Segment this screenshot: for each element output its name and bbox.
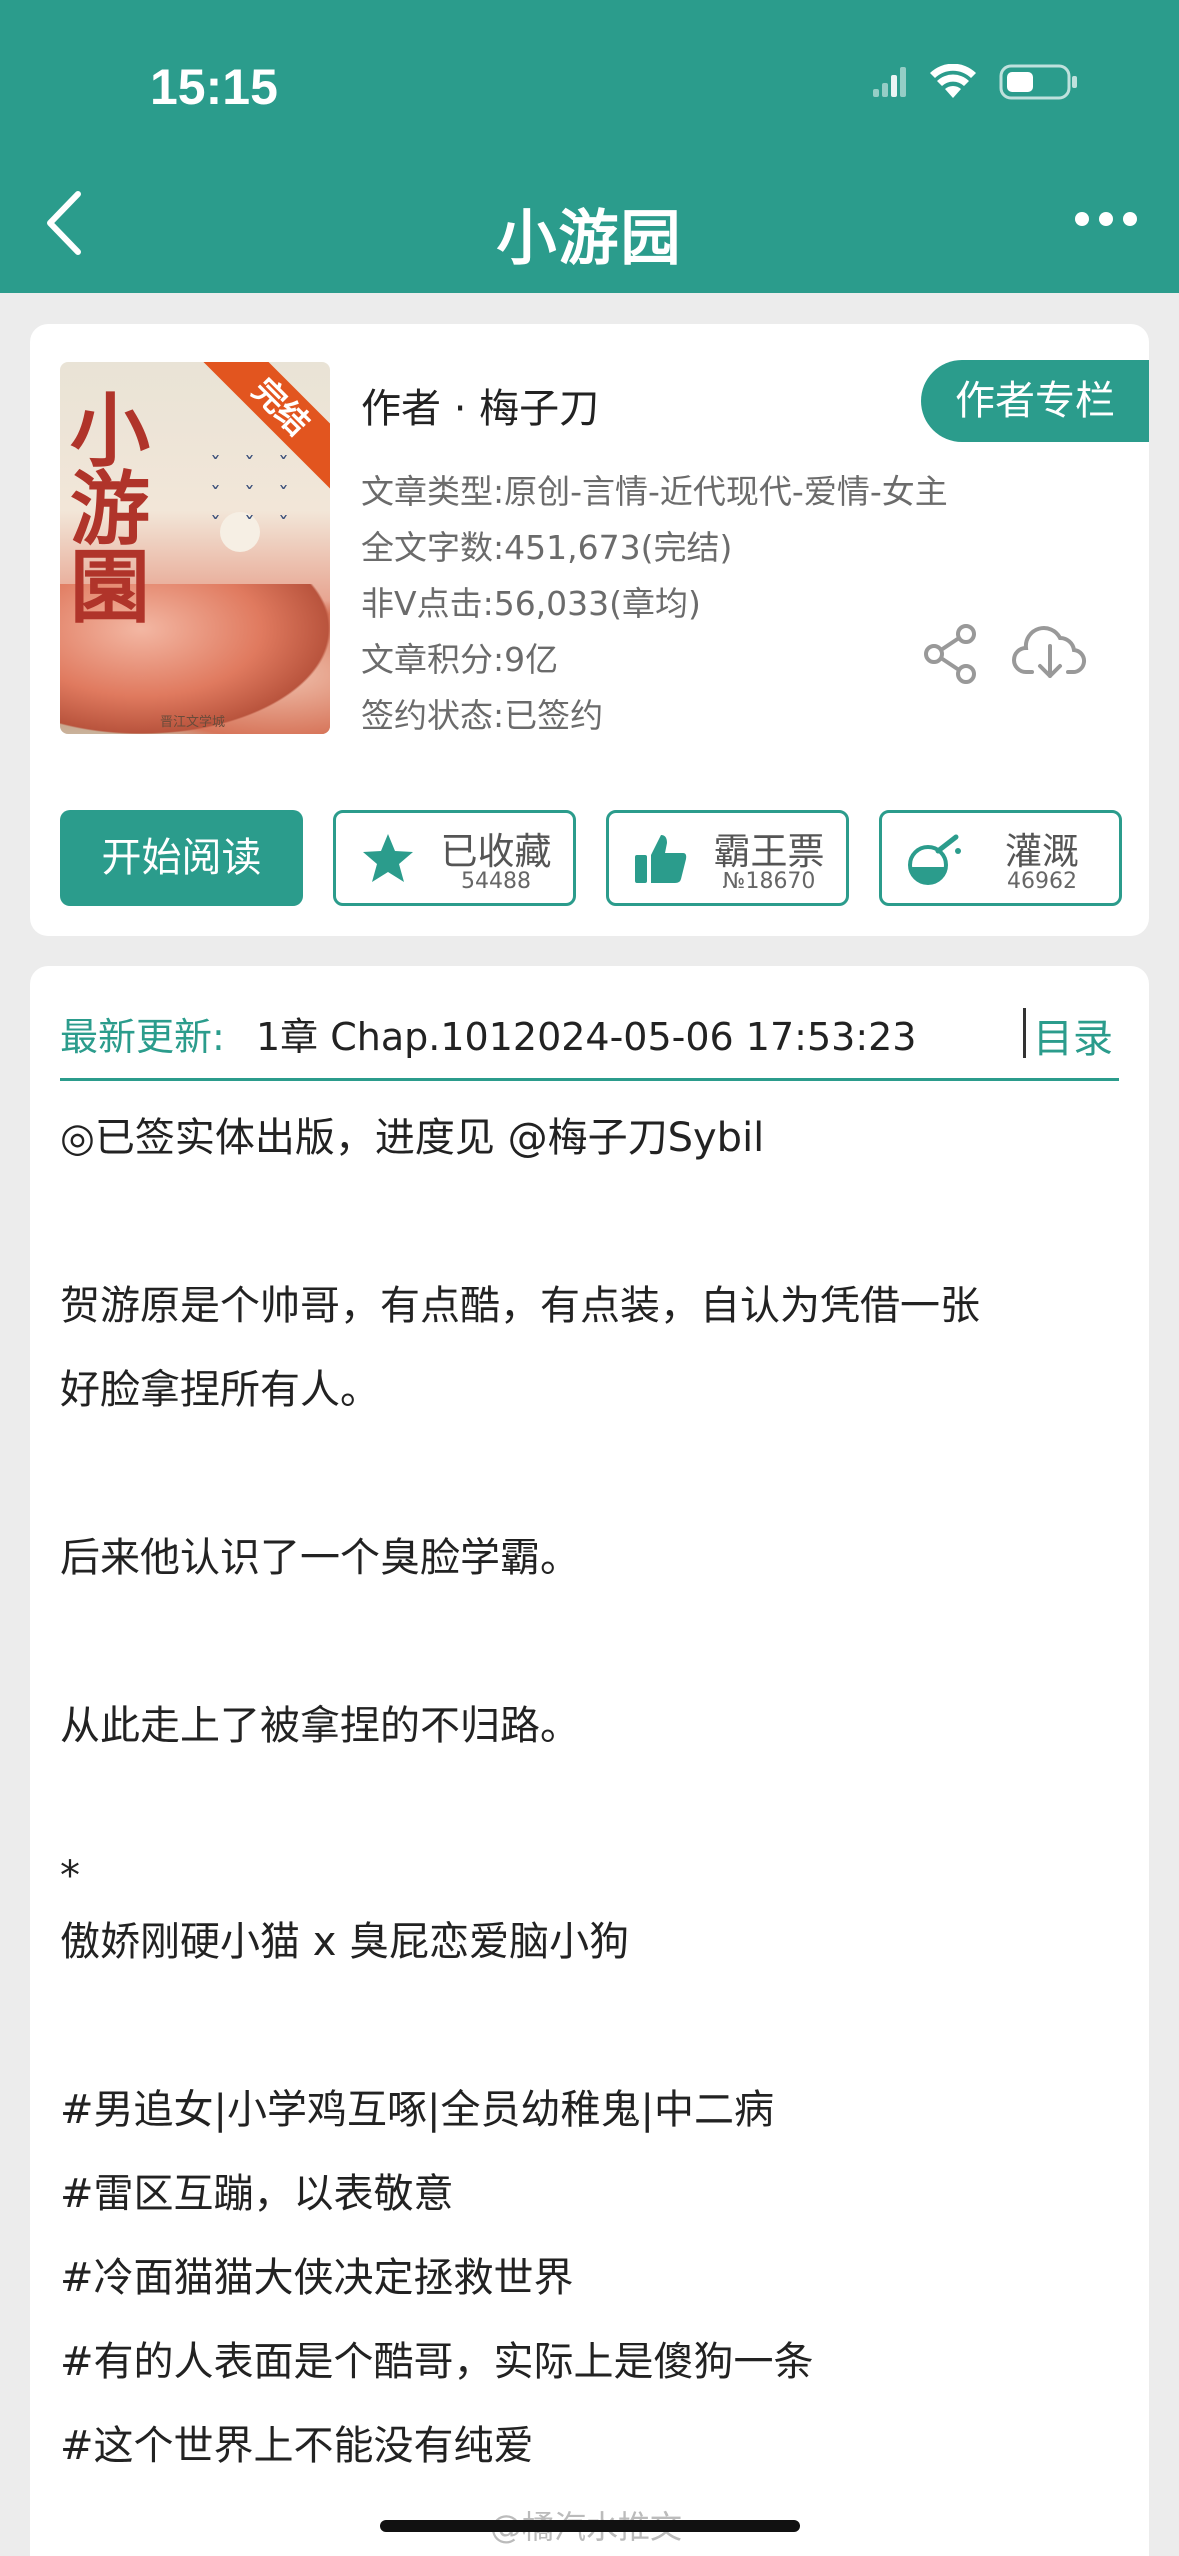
latest-update-value[interactable]: 1章 Chap.1012024-05-06 17:53:23 <box>256 1006 916 1061</box>
cloud-download-icon[interactable] <box>1012 620 1088 686</box>
vote-label: 霸王票 <box>713 830 825 873</box>
meta-clicks: 非V点击:56,033(章均) <box>361 584 701 623</box>
intro-tag-line: #雷区互蹦，以表敬意 <box>60 2171 454 2217</box>
intro-line: * <box>60 1853 80 1899</box>
meta-score: 文章积分:9亿 <box>361 640 559 679</box>
intro-line: 后来他认识了一个臭脸学霸。 <box>60 1535 580 1581</box>
intro-card: 最新更新: 1章 Chap.1012024-05-06 17:53:23 目录 … <box>30 966 1149 2556</box>
birds-decoration: ˇ ˇ ˇ ˇ ˇ ˇ ˇ ˇ ˇ <box>210 454 297 539</box>
home-indicator[interactable] <box>380 2520 800 2532</box>
share-icon[interactable] <box>922 624 978 684</box>
thumbs-up-icon <box>631 829 691 889</box>
update-underline <box>60 1078 1119 1081</box>
intro-line <box>60 1600 1130 1684</box>
latest-update-label: 最新更新: <box>60 1015 225 1059</box>
intro-tag-line: #有的人表面是个酷哥，实际上是傻狗一条 <box>60 2339 814 2385</box>
latest-update-row[interactable]: 最新更新: 1章 Chap.1012024-05-06 17:53:23 目录 <box>60 996 1119 1076</box>
water-button[interactable]: 灌溉 46962 <box>879 810 1122 906</box>
vote-count: №18670 <box>722 869 816 894</box>
meta-word-count: 全文字数:451,673(完结) <box>361 528 733 567</box>
intro-tag-line: #冷面猫猫大侠决定拯救世界 <box>60 2255 574 2301</box>
meta-genre: 文章类型:原创-言情-近代现代-爱情-女主 <box>361 472 948 511</box>
author-column-button[interactable]: 作者专栏 <box>921 360 1149 442</box>
author-name[interactable]: 作者 · 梅子刀 <box>361 376 599 434</box>
book-info-card: ˇ ˇ ˇ ˇ ˇ ˇ ˇ ˇ ˇ 小游園 完结 晋江文学城 作者 · 梅子刀 … <box>30 324 1149 936</box>
intro-line <box>60 1768 1130 1852</box>
app-header: 15:15 小游园 <box>0 0 1179 293</box>
cover-title: 小游園 <box>70 384 150 634</box>
intro-tag-line: #这个世界上不能没有纯爱 <box>60 2423 534 2469</box>
intro-line <box>60 1432 1130 1516</box>
vote-button[interactable]: 霸王票 №18670 <box>606 810 849 906</box>
signal-icon <box>873 67 907 97</box>
favorite-button[interactable]: 已收藏 54488 <box>333 810 576 906</box>
watering-flask-icon <box>904 829 964 889</box>
toc-link[interactable]: 目录 <box>1033 1006 1113 1064</box>
intro-line: 从此走上了被拿捏的不归路。 <box>60 1703 580 1749</box>
intro-line: ◎已签实体出版，进度见 @梅子刀Sybil <box>60 1115 765 1161</box>
status-time: 15:15 <box>150 59 278 115</box>
intro-line: 傲娇刚硬小猫 x 臭屁恋爱脑小狗 <box>60 1919 630 1965</box>
action-buttons: 开始阅读 已收藏 54488 霸王票 №18670 灌溉 46962 <box>60 810 1122 906</box>
start-reading-button[interactable]: 开始阅读 <box>60 810 303 906</box>
favorite-count: 54488 <box>461 869 531 894</box>
meta-contract: 签约状态:已签约 <box>361 696 604 735</box>
page-title: 小游园 <box>496 204 683 274</box>
intro-line: 贺游原是个帅哥，有点酷，有点装，自认为凭借一张 <box>60 1283 980 1329</box>
intro-tag-line: #男追女|小学鸡互啄|全员幼稚鬼|中二病 <box>60 2087 774 2133</box>
battery-icon <box>999 62 1079 102</box>
intro-line <box>60 1984 1130 2068</box>
favorite-label: 已收藏 <box>440 830 552 873</box>
water-count: 46962 <box>1007 869 1077 894</box>
water-label: 灌溉 <box>1005 830 1079 873</box>
divider <box>1023 1008 1026 1058</box>
star-icon <box>358 829 418 889</box>
wifi-icon <box>929 64 977 100</box>
more-icon[interactable] <box>1075 212 1137 226</box>
intro-line: 好脸拿捏所有人。 <box>60 1367 380 1413</box>
book-meta: 文章类型:原创-言情-近代现代-爱情-女主 全文字数:451,673(完结) 非… <box>361 464 948 744</box>
book-introduction: ◎已签实体出版，进度见 @梅子刀Sybil 贺游原是个帅哥，有点酷，有点装，自认… <box>60 1096 1130 2488</box>
status-icons <box>873 62 1079 102</box>
intro-line <box>60 1180 1130 1264</box>
book-cover[interactable]: ˇ ˇ ˇ ˇ ˇ ˇ ˇ ˇ ˇ 小游園 完结 晋江文学城 <box>60 362 330 734</box>
cover-publisher: 晋江文学城 <box>160 715 226 730</box>
